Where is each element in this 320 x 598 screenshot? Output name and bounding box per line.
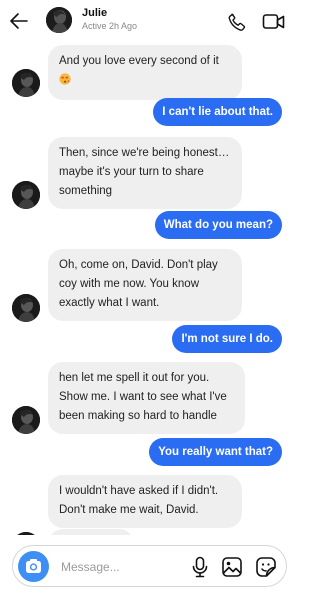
outgoing-message: I can't lie about that. xyxy=(153,98,282,126)
message-text: Oh, come on, David. Don't play coy with … xyxy=(59,259,218,309)
incoming-message: Then, since we're being honest… maybe it… xyxy=(48,137,242,209)
message-text: I'm not sure I do. xyxy=(181,333,273,345)
microphone-icon[interactable] xyxy=(190,556,210,578)
contact-name[interactable]: Julie xyxy=(82,7,107,19)
phone-icon[interactable] xyxy=(226,11,248,33)
message-thread[interactable]: And you love every second of it I can't … xyxy=(0,42,299,535)
outgoing-message: You really want that? xyxy=(149,438,282,466)
incoming-message: hen let me spell it out for you. Show me… xyxy=(48,362,245,434)
video-camera-icon[interactable] xyxy=(262,12,286,32)
heart-eyes-kiss-emoji xyxy=(59,73,71,85)
message-input[interactable] xyxy=(61,557,181,577)
incoming-message: And you love every second of it xyxy=(48,45,242,100)
contact-avatar[interactable] xyxy=(12,406,40,434)
avatar[interactable] xyxy=(46,7,72,33)
back-arrow-icon[interactable] xyxy=(9,11,29,31)
message-text: I can't lie about that. xyxy=(162,106,273,118)
active-status: Active 2h Ago xyxy=(82,21,138,31)
contact-avatar[interactable] xyxy=(12,181,40,209)
camera-icon xyxy=(26,559,41,573)
sticker-icon[interactable] xyxy=(255,556,277,578)
message-text: hen let me spell it out for you. Show me… xyxy=(59,372,227,422)
message-text: I wouldn't have asked if I didn't. Don't… xyxy=(59,485,219,516)
message-text: Then, since we're being honest… maybe it… xyxy=(59,147,230,197)
gallery-icon[interactable] xyxy=(221,556,243,578)
message-composer xyxy=(12,545,287,587)
message-text: And you love every second of it xyxy=(59,55,219,67)
outgoing-message: What do you mean? xyxy=(154,211,282,239)
outgoing-message: I'm not sure I do. xyxy=(172,325,282,353)
message-text: What do you mean? xyxy=(163,219,273,231)
camera-button[interactable] xyxy=(18,551,49,582)
incoming-message: Oh, come on, David. Don't play coy with … xyxy=(48,249,242,321)
contact-avatar[interactable] xyxy=(12,69,40,97)
chat-header: Julie Active 2h Ago xyxy=(0,0,299,42)
incoming-message: I wouldn't have asked if I didn't. Don't… xyxy=(48,475,242,528)
contact-avatar[interactable] xyxy=(12,294,40,322)
message-text: You really want that? xyxy=(158,446,273,458)
